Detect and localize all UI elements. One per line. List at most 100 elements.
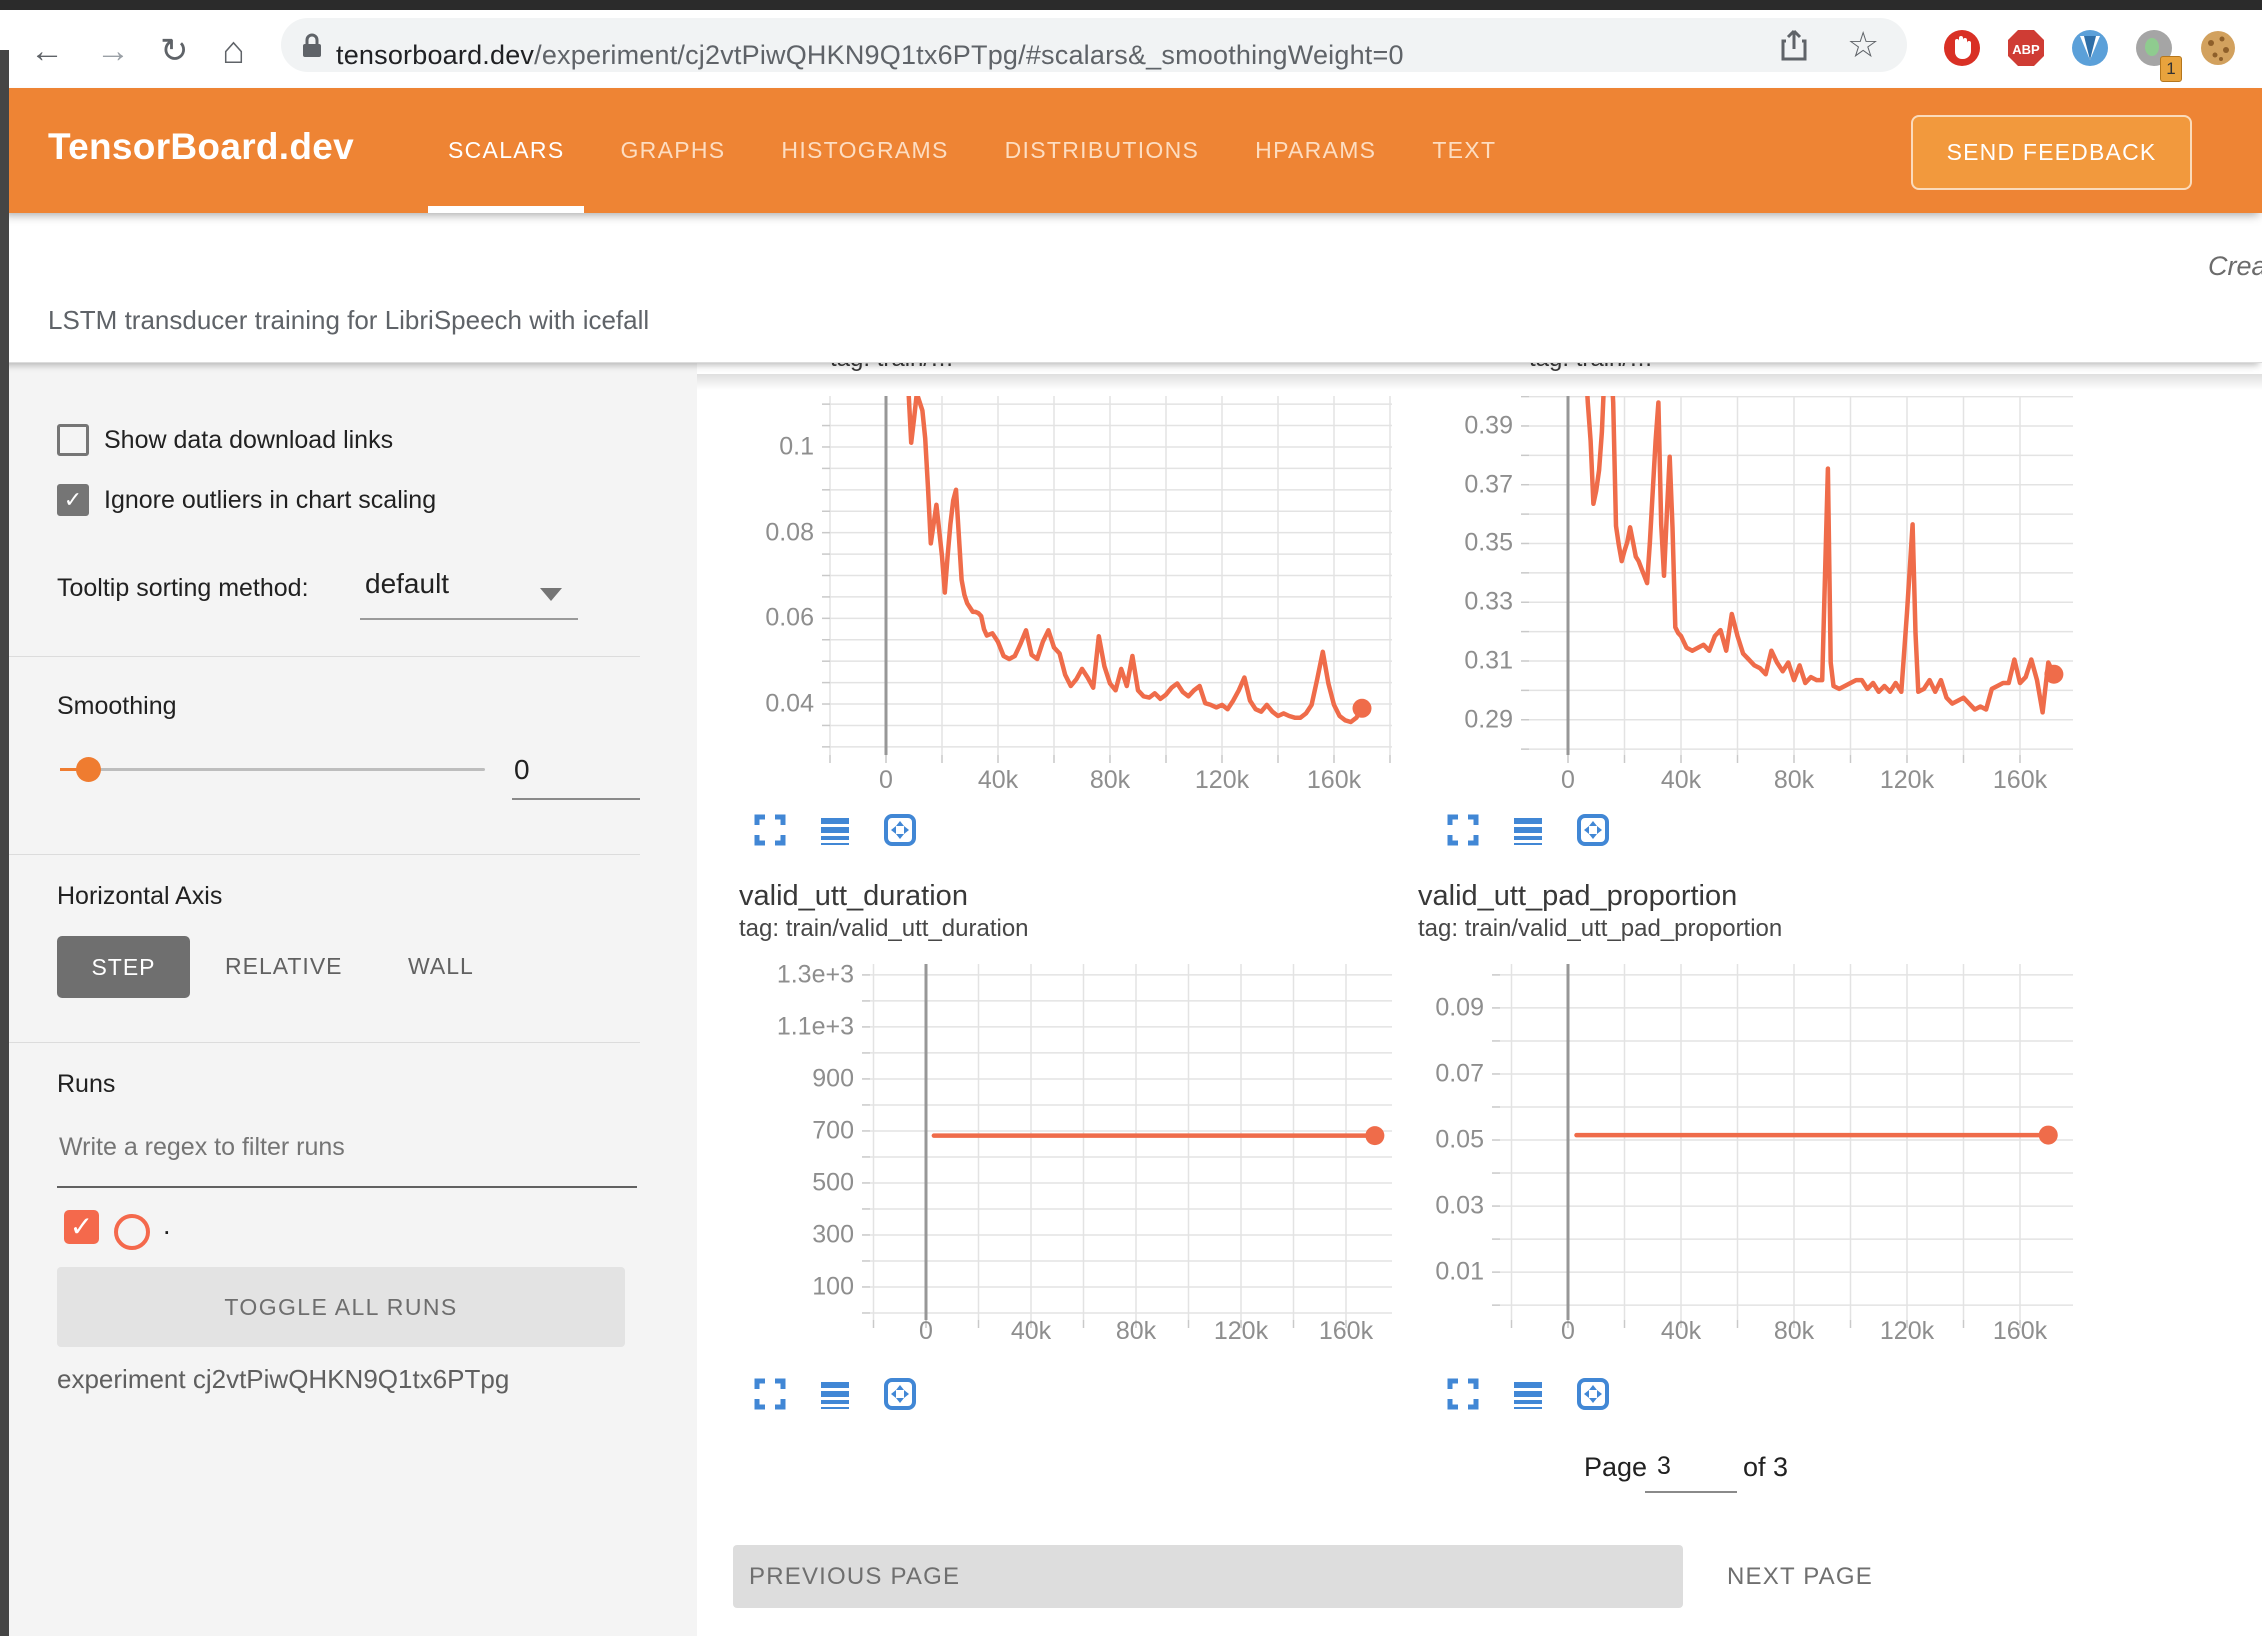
tab-histograms[interactable]: HISTOGRAMS xyxy=(753,88,976,213)
pan-zoom-icon[interactable] xyxy=(1576,813,1610,847)
y-axis-tick-label: 0.01 xyxy=(1374,1258,1484,1287)
data-lines-icon[interactable] xyxy=(818,813,852,847)
share-icon[interactable] xyxy=(1779,29,1809,63)
bookmark-star-icon[interactable]: ☆ xyxy=(1847,24,1879,66)
x-axis-tick-label: 40k xyxy=(978,766,1018,795)
x-axis-tick-label: 0 xyxy=(919,1317,933,1346)
url-text: tensorboard.dev/experiment/cj2vtPiwQHKN9… xyxy=(336,40,1404,71)
tooltip-sorting-select[interactable]: default xyxy=(365,568,449,600)
x-axis-tick-label: 80k xyxy=(1116,1317,1156,1346)
data-lines-icon[interactable] xyxy=(1511,813,1545,847)
data-lines-icon[interactable] xyxy=(818,1377,852,1411)
y-axis-tick-label: 0.31 xyxy=(1403,646,1513,675)
y-axis-tick-label: 0.39 xyxy=(1403,411,1513,440)
chart-title: valid_utt_pad_proportion xyxy=(1418,880,1737,913)
chart-toolbar xyxy=(1446,1377,1610,1411)
smoothing-label: Smoothing xyxy=(57,692,177,721)
show-download-links-checkbox[interactable] xyxy=(57,424,89,456)
axis-wall-button[interactable]: WALL xyxy=(408,953,474,980)
brand-title[interactable]: TensorBoard.dev xyxy=(48,126,354,168)
url-bar[interactable]: tensorboard.dev/experiment/cj2vtPiwQHKN9… xyxy=(281,18,1907,72)
run-checkbox[interactable]: ✓ xyxy=(64,1210,99,1244)
x-axis-tick-label: 80k xyxy=(1090,766,1130,795)
x-axis-tick-label: 160k xyxy=(1319,1317,1373,1346)
toggle-all-runs-button[interactable]: TOGGLE ALL RUNS xyxy=(57,1267,625,1347)
y-axis-tick-label: 0.05 xyxy=(1374,1126,1484,1155)
line-chart[interactable] xyxy=(1488,964,2073,1330)
tab-hparams[interactable]: HPARAMS xyxy=(1227,88,1404,213)
line-chart[interactable] xyxy=(1517,396,2073,765)
previous-page-button[interactable]: PREVIOUS PAGE xyxy=(733,1545,1683,1608)
show-download-links-label: Show data download links xyxy=(104,426,393,455)
smoothing-value-underline xyxy=(512,798,640,800)
pan-zoom-icon[interactable] xyxy=(883,1377,917,1411)
window-top-edge xyxy=(0,0,2262,10)
tab-graphs[interactable]: GRAPHS xyxy=(592,88,753,213)
stop-hand-extension-icon[interactable] xyxy=(1942,28,1982,68)
chart-title: valid_utt_duration xyxy=(739,880,968,913)
y-axis-tick-label: 900 xyxy=(744,1064,854,1093)
fullscreen-icon[interactable] xyxy=(1446,813,1480,847)
chart-toolbar xyxy=(753,813,917,847)
x-axis-tick-label: 120k xyxy=(1195,766,1249,795)
axis-relative-button[interactable]: RELATIVE xyxy=(225,953,343,980)
x-axis-tick-label: 80k xyxy=(1774,766,1814,795)
cookie-extension-icon[interactable] xyxy=(2198,28,2238,68)
runs-input-underline xyxy=(57,1186,637,1188)
x-axis-tick-label: 0 xyxy=(1561,1317,1575,1346)
x-axis-tick-label: 160k xyxy=(1307,766,1361,795)
experiment-title: LSTM transducer training for LibriSpeech… xyxy=(48,305,649,336)
charts-panel: tag: train/…040k80k120k160k0.040.060.080… xyxy=(697,362,2262,1636)
tensorboard-header: TensorBoard.dev SCALARSGRAPHSHISTOGRAMSD… xyxy=(0,88,2262,213)
smoothing-value[interactable]: 0 xyxy=(514,754,530,786)
ignore-outliers-checkbox[interactable]: ✓ xyxy=(57,484,89,516)
runs-regex-input[interactable] xyxy=(57,1132,621,1163)
reload-icon[interactable]: ↻ xyxy=(160,34,189,68)
page-number-input[interactable] xyxy=(1645,1452,1737,1493)
v-extension-icon[interactable] xyxy=(2070,28,2110,68)
y-axis-tick-label: 0.07 xyxy=(1374,1059,1484,1088)
y-axis-tick-label: 0.35 xyxy=(1403,529,1513,558)
adblock-plus-extension-icon[interactable]: ABP xyxy=(2006,28,2046,68)
y-axis-tick-label: 100 xyxy=(744,1272,854,1301)
y-axis-tick-label: 0.37 xyxy=(1403,470,1513,499)
run-color-circle xyxy=(114,1214,150,1250)
x-axis-tick-label: 0 xyxy=(1561,766,1575,795)
fullscreen-icon[interactable] xyxy=(753,1377,787,1411)
smoothing-slider-thumb[interactable] xyxy=(76,757,101,782)
data-lines-icon[interactable] xyxy=(1511,1377,1545,1411)
forward-icon[interactable]: → xyxy=(96,34,130,68)
page-of-label: of 3 xyxy=(1743,1452,1788,1483)
line-chart[interactable] xyxy=(858,964,1392,1330)
tab-scalars[interactable]: SCALARS xyxy=(420,88,592,213)
home-icon[interactable]: ⌂ xyxy=(222,32,245,70)
axis-step-button[interactable]: STEP xyxy=(57,936,190,998)
next-page-button[interactable]: NEXT PAGE xyxy=(1713,1545,1887,1608)
ignore-outliers-label: Ignore outliers in chart scaling xyxy=(104,486,436,515)
fullscreen-icon[interactable] xyxy=(753,813,787,847)
chart-toolbar xyxy=(753,1377,917,1411)
y-axis-tick-label: 0.1 xyxy=(704,432,814,461)
tab-distributions[interactable]: DISTRIBUTIONS xyxy=(977,88,1228,213)
smoothing-slider-track[interactable] xyxy=(60,768,485,771)
x-axis-tick-label: 80k xyxy=(1774,1317,1814,1346)
chart-tag-clipped: tag: train/… xyxy=(830,362,954,375)
y-axis-tick-label: 300 xyxy=(744,1220,854,1249)
y-axis-tick-label: 500 xyxy=(744,1168,854,1197)
y-axis-tick-label: 1.3e+3 xyxy=(744,960,854,989)
y-axis-tick-label: 0.03 xyxy=(1374,1192,1484,1221)
extension-badge: 1 xyxy=(2160,56,2182,82)
fullscreen-icon[interactable] xyxy=(1446,1377,1480,1411)
x-axis-tick-label: 120k xyxy=(1214,1317,1268,1346)
pan-zoom-icon[interactable] xyxy=(1576,1377,1610,1411)
x-axis-tick-label: 160k xyxy=(1993,766,2047,795)
line-chart[interactable] xyxy=(818,396,1392,765)
back-icon[interactable]: ← xyxy=(30,34,64,68)
x-axis-tick-label: 0 xyxy=(879,766,893,795)
divider xyxy=(0,854,640,855)
pan-zoom-icon[interactable] xyxy=(883,813,917,847)
y-axis-tick-label: 0.04 xyxy=(704,690,814,719)
tab-text[interactable]: TEXT xyxy=(1404,88,1524,213)
send-feedback-button[interactable]: SEND FEEDBACK xyxy=(1911,115,2192,190)
chart-tag: tag: train/valid_utt_duration xyxy=(739,915,1029,943)
